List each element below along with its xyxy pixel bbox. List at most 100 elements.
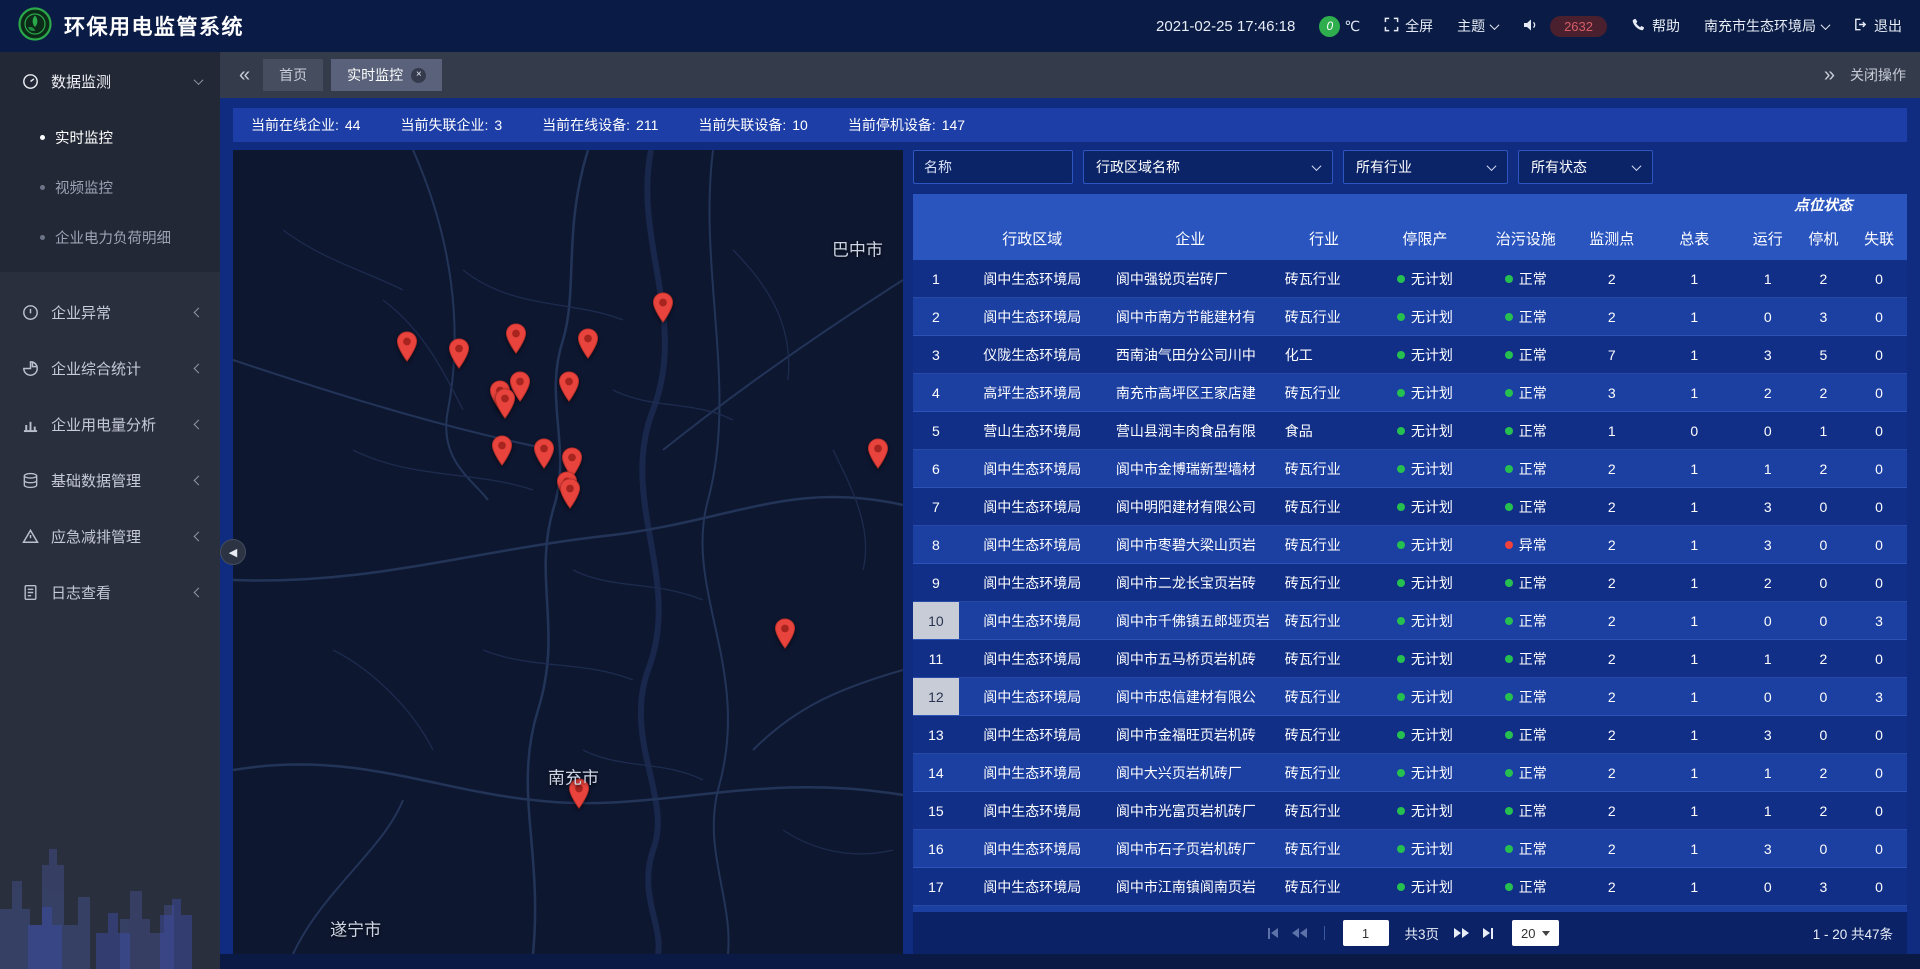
tabs-scroll-right-icon[interactable]: » <box>1819 65 1840 85</box>
company-cell: 阆中市五马桥页岩机砖 <box>1106 640 1275 677</box>
production-limit-cell: 无计划 <box>1373 792 1476 829</box>
tab-close-icon[interactable]: × <box>411 68 426 83</box>
gauge-icon <box>22 73 39 90</box>
offline-count-cell: 0 <box>1851 450 1907 487</box>
company-cell: 阆中市光富页岩机砖厂 <box>1106 792 1275 829</box>
offline-count-cell: 0 <box>1851 830 1907 867</box>
status-dot-icon <box>1505 541 1513 549</box>
city-skyline-decoration <box>0 809 220 969</box>
offline-count-cell: 0 <box>1851 792 1907 829</box>
fullscreen-icon <box>1384 17 1399 35</box>
tab-realtime-monitor[interactable]: 实时监控 × <box>331 59 442 91</box>
pollution-facility-text: 正常 <box>1519 877 1547 897</box>
col-index <box>913 220 959 260</box>
table-row[interactable]: 3 仪陇生态环境局 西南油气田分公司川中 化工 无计划 正常 7 1 3 5 0 <box>913 336 1907 374</box>
region-cell: 阆中生态环境局 <box>959 564 1106 601</box>
sidebar-item-label: 企业异常 <box>51 302 111 323</box>
fullscreen-button[interactable]: 全屏 <box>1384 16 1433 36</box>
stopped-count-cell: 0 <box>1796 716 1852 753</box>
table-row[interactable]: 10 阆中生态环境局 阆中市千佛镇五郎垭页岩 砖瓦行业 无计划 正常 2 1 0… <box>913 602 1907 640</box>
sidebar-item-log-view[interactable]: 日志查看 <box>0 564 220 620</box>
alert-speaker-button[interactable] <box>1522 17 1538 36</box>
sidebar-item-company-anomaly[interactable]: 企业异常 <box>0 284 220 340</box>
table-row[interactable]: 8 阆中生态环境局 阆中市枣碧大梁山页岩 砖瓦行业 无计划 异常 2 1 3 0… <box>913 526 1907 564</box>
page-size-select[interactable]: 20 <box>1512 920 1559 946</box>
temperature-unit: ℃ <box>1344 18 1360 35</box>
running-count-cell: 0 <box>1740 602 1796 639</box>
database-icon <box>22 472 39 489</box>
stats-bar: 当前在线企业:44 当前失联企业:3 当前在线设备:211 当前失联设备:10 … <box>233 108 1907 142</box>
sidebar-item-power-analysis[interactable]: 企业用电量分析 <box>0 396 220 452</box>
warning-triangle-icon <box>22 528 39 545</box>
pollution-facility-text: 正常 <box>1519 611 1547 631</box>
sidebar-item-power-load-detail[interactable]: 企业电力负荷明细 <box>0 212 220 262</box>
table-row[interactable]: 13 阆中生态环境局 阆中市金福旺页岩机砖 砖瓦行业 无计划 正常 2 1 3 … <box>913 716 1907 754</box>
phone-icon <box>1631 17 1646 35</box>
name-filter-input[interactable] <box>913 150 1073 184</box>
row-index-cell: 7 <box>913 488 959 525</box>
close-operations-button[interactable]: 关闭操作 <box>1850 65 1906 85</box>
table-row[interactable]: 2 阆中生态环境局 阆中市南方节能建材有 砖瓦行业 无计划 正常 2 1 0 3… <box>913 298 1907 336</box>
temperature-badge: 0 <box>1319 16 1340 37</box>
chevron-down-icon <box>1312 161 1322 171</box>
map[interactable]: 巴中市南充市遂宁市 ◀ <box>233 150 903 954</box>
table-row[interactable]: 14 阆中生态环境局 阆中大兴页岩机砖厂 砖瓦行业 无计划 正常 2 1 1 2… <box>913 754 1907 792</box>
row-index-cell: 9 <box>913 564 959 601</box>
document-icon <box>22 584 39 601</box>
org-menu[interactable]: 南充市生态环境局 <box>1704 16 1829 36</box>
row-index-cell: 6 <box>913 450 959 487</box>
map-collapse-button[interactable]: ◀ <box>220 539 246 565</box>
sidebar-item-label: 日志查看 <box>51 582 111 603</box>
total-meters-cell: 1 <box>1649 526 1740 563</box>
table-row[interactable]: 4 高坪生态环境局 南充市高坪区王家店建 砖瓦行业 无计划 正常 3 1 2 2… <box>913 374 1907 412</box>
sidebar-menu: 企业异常 企业综合统计 企业用电量分析 <box>0 272 220 620</box>
alert-count-badge[interactable]: 2632 <box>1550 16 1607 37</box>
table-row[interactable]: 5 营山生态环境局 营山县润丰肉食品有限 食品 无计划 正常 1 0 0 1 0 <box>913 412 1907 450</box>
region-filter-select[interactable]: 行政区域名称 <box>1083 150 1333 184</box>
bar-chart-icon <box>22 416 39 433</box>
production-limit-text: 无计划 <box>1411 459 1453 479</box>
sidebar-item-emergency-reduction[interactable]: 应急减排管理 <box>0 508 220 564</box>
table-row[interactable]: 12 阆中生态环境局 阆中市忠信建材有限公 砖瓦行业 无计划 正常 2 1 0 … <box>913 678 1907 716</box>
first-page-button[interactable] <box>1268 928 1278 939</box>
stat-stopped-devices: 当前停机设备:147 <box>848 115 965 135</box>
production-limit-cell: 无计划 <box>1373 716 1476 753</box>
pollution-facility-text: 正常 <box>1519 497 1547 517</box>
table-row[interactable]: 11 阆中生态环境局 阆中市五马桥页岩机砖 砖瓦行业 无计划 正常 2 1 1 … <box>913 640 1907 678</box>
status-dot-icon <box>1505 693 1513 701</box>
next-page-button[interactable] <box>1454 928 1469 938</box>
pollution-facility-cell: 正常 <box>1477 374 1575 411</box>
pollution-facility-text: 正常 <box>1519 421 1547 441</box>
sidebar-item-video-monitor[interactable]: 视频监控 <box>0 162 220 212</box>
table-row[interactable]: 16 阆中生态环境局 阆中市石子页岩机砖厂 砖瓦行业 无计划 正常 2 1 3 … <box>913 830 1907 868</box>
bullet-dot-icon <box>40 235 45 240</box>
industry-filter-value: 所有行业 <box>1356 157 1412 177</box>
tabs-scroll-left-icon[interactable]: « <box>234 65 255 85</box>
stat-online-companies: 当前在线企业:44 <box>251 115 360 135</box>
table-row[interactable]: 17 阆中生态环境局 阆中市江南镇阆南页岩 砖瓦行业 无计划 正常 2 1 0 … <box>913 868 1907 906</box>
sidebar-item-company-statistics[interactable]: 企业综合统计 <box>0 340 220 396</box>
help-button[interactable]: 帮助 <box>1631 16 1680 36</box>
running-count-cell: 2 <box>1740 564 1796 601</box>
last-page-button[interactable] <box>1483 928 1493 939</box>
tab-home[interactable]: 首页 <box>263 59 323 91</box>
table-row[interactable]: 6 阆中生态环境局 阆中市金博瑞新型墙材 砖瓦行业 无计划 正常 2 1 1 2… <box>913 450 1907 488</box>
table-row[interactable]: 1 阆中生态环境局 阆中强锐页岩砖厂 砖瓦行业 无计划 正常 2 1 1 2 0 <box>913 260 1907 298</box>
prev-page-button[interactable] <box>1292 928 1307 938</box>
table-row[interactable]: 15 阆中生态环境局 阆中市光富页岩机砖厂 砖瓦行业 无计划 正常 2 1 1 … <box>913 792 1907 830</box>
region-cell: 高坪生态环境局 <box>959 374 1106 411</box>
chevron-left-icon <box>194 419 204 429</box>
table-row[interactable]: 7 阆中生态环境局 阆中明阳建材有限公司 砖瓦行业 无计划 正常 2 1 3 0… <box>913 488 1907 526</box>
bullet-dot-icon <box>40 185 45 190</box>
table-row[interactable]: 9 阆中生态环境局 阆中市二龙长宝页岩砖 砖瓦行业 无计划 正常 2 1 2 0… <box>913 564 1907 602</box>
logout-button[interactable]: 退出 <box>1853 16 1902 36</box>
status-filter-select[interactable]: 所有状态 <box>1518 150 1653 184</box>
stopped-count-cell: 0 <box>1796 564 1852 601</box>
sidebar-item-base-data[interactable]: 基础数据管理 <box>0 452 220 508</box>
col-production-limit: 停限产 <box>1373 220 1476 260</box>
sidebar-item-realtime-monitor[interactable]: 实时监控 <box>0 112 220 162</box>
page-number-input[interactable] <box>1343 920 1389 946</box>
industry-filter-select[interactable]: 所有行业 <box>1343 150 1508 184</box>
theme-menu[interactable]: 主题 <box>1457 16 1498 36</box>
sidebar-item-data-monitoring[interactable]: 数据监测 <box>0 52 220 110</box>
